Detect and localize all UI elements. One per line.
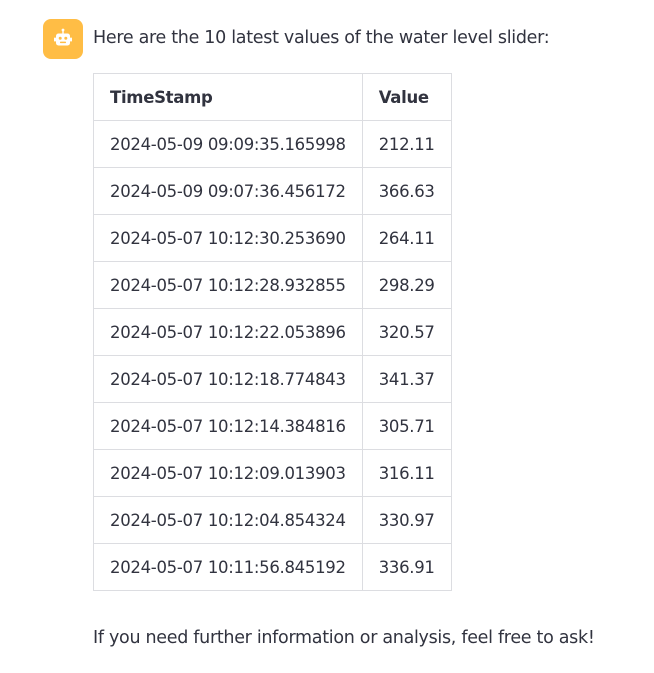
message-outro-text: If you need further information or analy…: [93, 628, 595, 648]
timestamp-cell: 2024-05-07 10:11:56.845192: [93, 543, 363, 591]
assistant-avatar: [43, 19, 83, 59]
water-level-table: TimeStamp Value 2024-05-09 09:09:35.1659…: [93, 73, 452, 591]
timestamp-cell: 2024-05-09 09:09:35.165998: [93, 120, 363, 168]
column-header-value: Value: [361, 73, 452, 121]
value-cell: 330.97: [361, 496, 452, 544]
table-row: 2024-05-09 09:07:36.456172 366.63: [93, 167, 452, 215]
timestamp-cell: 2024-05-07 10:12:30.253690: [93, 214, 363, 262]
value-cell: 341.37: [361, 355, 452, 403]
value-cell: 212.11: [361, 120, 452, 168]
timestamp-cell: 2024-05-07 10:12:28.932855: [93, 261, 363, 309]
table-row: 2024-05-09 09:09:35.165998 212.11: [93, 120, 452, 168]
table-row: 2024-05-07 10:12:04.854324 330.97: [93, 496, 452, 544]
table-row: 2024-05-07 10:12:14.384816 305.71: [93, 402, 452, 450]
table-row: 2024-05-07 10:12:22.053896 320.57: [93, 308, 452, 356]
timestamp-cell: 2024-05-09 09:07:36.456172: [93, 167, 363, 215]
value-cell: 320.57: [361, 308, 452, 356]
table-row: 2024-05-07 10:12:28.932855 298.29: [93, 261, 452, 309]
column-header-timestamp: TimeStamp: [93, 73, 363, 121]
timestamp-cell: 2024-05-07 10:12:04.854324: [93, 496, 363, 544]
value-cell: 336.91: [361, 543, 452, 591]
timestamp-cell: 2024-05-07 10:12:09.013903: [93, 449, 363, 497]
table-header-row: TimeStamp Value: [93, 73, 452, 121]
table-row: 2024-05-07 10:11:56.845192 336.91: [93, 543, 452, 591]
message-intro-text: Here are the 10 latest values of the wat…: [93, 28, 550, 48]
table-row: 2024-05-07 10:12:09.013903 316.11: [93, 449, 452, 497]
timestamp-cell: 2024-05-07 10:12:22.053896: [93, 308, 363, 356]
value-cell: 264.11: [361, 214, 452, 262]
value-cell: 366.63: [361, 167, 452, 215]
table-row: 2024-05-07 10:12:30.253690 264.11: [93, 214, 452, 262]
table-row: 2024-05-07 10:12:18.774843 341.37: [93, 355, 452, 403]
value-cell: 298.29: [361, 261, 452, 309]
bot-icon: [51, 27, 75, 51]
timestamp-cell: 2024-05-07 10:12:18.774843: [93, 355, 363, 403]
value-cell: 305.71: [361, 402, 452, 450]
assistant-chat-message: Here are the 10 latest values of the wat…: [0, 0, 654, 673]
timestamp-cell: 2024-05-07 10:12:14.384816: [93, 402, 363, 450]
value-cell: 316.11: [361, 449, 452, 497]
